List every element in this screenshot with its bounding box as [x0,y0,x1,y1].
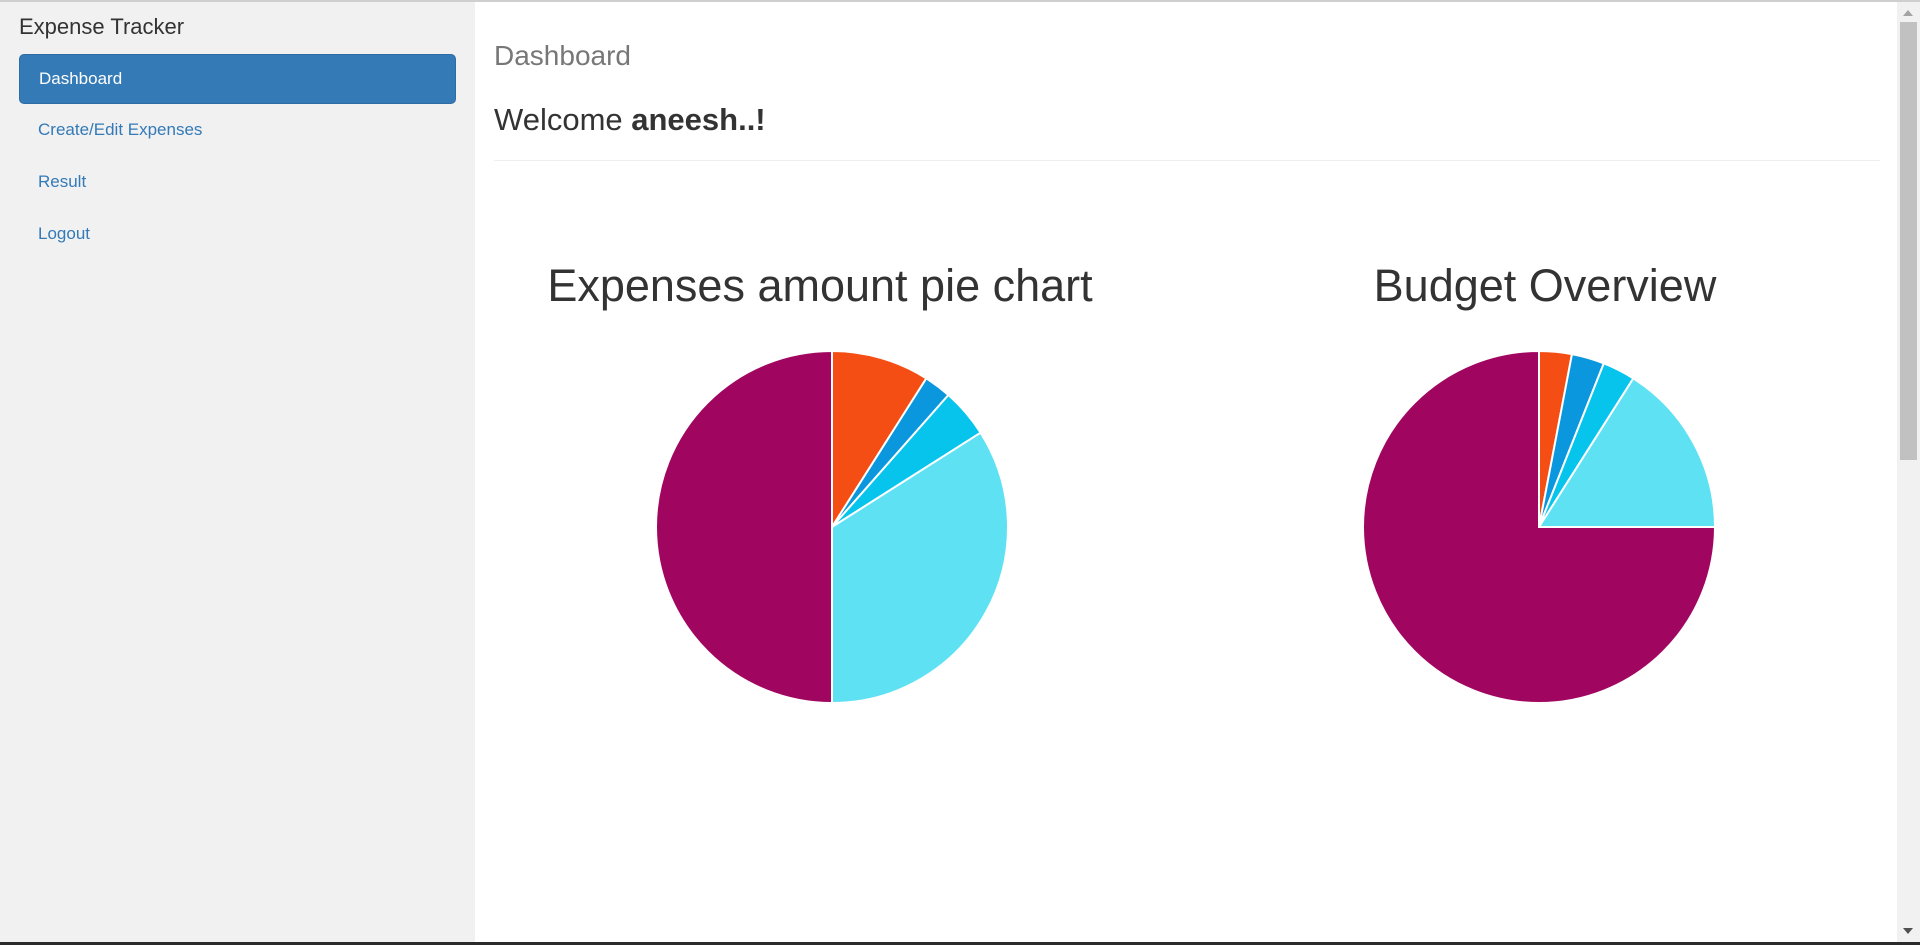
sidebar-item-logout[interactable]: Logout [19,210,456,260]
welcome-message: Welcome aneesh..! [494,102,766,138]
main-content: Dashboard Welcome aneesh..! Expenses amo… [475,2,1897,942]
expenses-pie-slice-5[interactable] [655,349,833,705]
sidebar-item-dashboard[interactable]: Dashboard [19,54,456,104]
expenses-pie-chart [655,349,1009,705]
brand-title: Expense Tracker [19,14,185,39]
expenses-chart-title: Expenses amount pie chart [547,260,1093,311]
welcome-prefix: Welcome [494,102,632,137]
budget-pie-chart [1362,349,1717,704]
budget-chart-title: Budget Overview [1373,260,1717,311]
sidebar-item-result[interactable]: Result [19,158,456,208]
scroll-up-arrow-icon[interactable] [1903,10,1913,16]
welcome-username: aneesh..! [631,102,766,137]
sidebar-item-create-edit-expenses[interactable]: Create/Edit Expenses [19,106,456,156]
sidebar: Expense Tracker Dashboard Create/Edit Ex… [0,2,475,942]
sidebar-nav: Dashboard Create/Edit Expenses Result Lo… [19,54,456,262]
page-title: Dashboard [494,40,631,71]
scroll-down-arrow-icon[interactable] [1903,928,1913,934]
header-divider [494,160,1880,161]
vertical-scrollbar[interactable] [1897,2,1920,942]
scroll-thumb[interactable] [1900,22,1917,460]
